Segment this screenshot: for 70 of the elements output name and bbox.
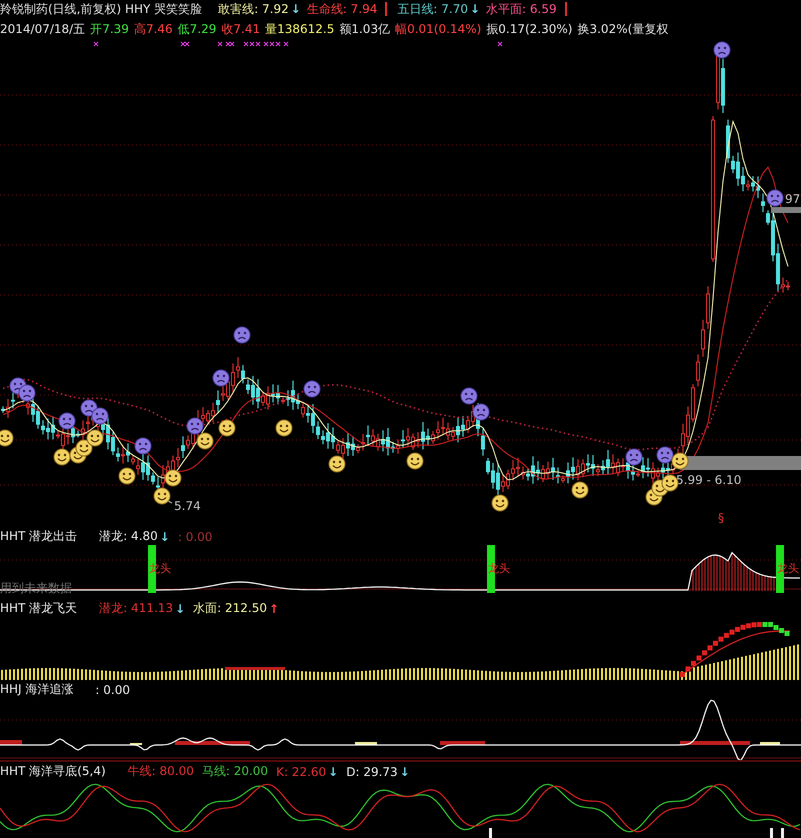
smiley-face-icon <box>406 452 424 470</box>
smiley-face-icon <box>662 474 678 492</box>
smiley-face-icon <box>54 448 70 466</box>
indicator-value: : 0.00 <box>95 682 130 696</box>
quote-value: 量138612.5 <box>265 20 334 38</box>
quote-value: 高7.46 <box>134 20 173 38</box>
frown-face-icon <box>92 408 108 424</box>
trend-arrow: ↑ <box>268 602 280 616</box>
quote-value: 振0.17(2.30%) <box>486 20 572 38</box>
indicator-value: : 0.00 <box>178 530 212 544</box>
indicator-value: 水面: 212.50 <box>193 600 267 617</box>
trend-arrow: ↓ <box>470 2 480 16</box>
quote-value: 收7.41 <box>221 20 260 38</box>
frown-face-icon <box>234 326 250 344</box>
smiley-face-icon <box>328 456 346 472</box>
price-label: 5.99 - 6.10 <box>676 473 742 487</box>
panel-title: HHT 潜龙飞天 <box>0 600 78 617</box>
smiley-face-icon <box>492 494 508 512</box>
indicator-value: 敢害线: 7.92 <box>218 0 289 18</box>
smiley-face-icon <box>0 430 14 446</box>
smiley-face-icon <box>572 482 588 498</box>
frown-face-icon <box>18 384 36 402</box>
trend-arrow: ↓ <box>328 764 338 778</box>
indicator-value: 五日线: 7.70 <box>397 0 468 18</box>
trend-arrow: ↓ <box>400 764 410 778</box>
frown-face-icon <box>766 190 784 206</box>
smiley-face-icon <box>86 430 104 446</box>
frown-face-icon <box>626 448 642 466</box>
frown-face-icon <box>58 412 76 430</box>
quote-value: 换3.02%(量复权 <box>577 20 668 38</box>
trend-arrow: ↓ <box>175 602 186 616</box>
indicator-value: 水平面: 6.59 <box>486 0 557 18</box>
quote-value: 2014/07/18/五 <box>0 20 86 38</box>
quote-value: 低7.29 <box>178 20 216 38</box>
smiley-face-icon <box>154 488 170 504</box>
chart-title: 羚锐制药(日线,前复权) HHY 哭笑笑脸 <box>0 0 202 18</box>
frown-face-icon <box>212 370 230 386</box>
indicator-value: 牛线: 80.00 <box>128 763 194 780</box>
quote-value: 开7.39 <box>90 20 129 38</box>
frown-face-icon <box>460 388 478 404</box>
smiley-face-icon <box>196 432 214 450</box>
baseline-band <box>225 667 285 670</box>
indicator-value: D: 29.73 <box>346 764 398 778</box>
signal-mark: § <box>718 511 724 524</box>
frown-face-icon <box>656 446 674 464</box>
smiley-face-icon <box>276 420 292 436</box>
quote-value: 幅0.01(0.14%) <box>395 20 482 38</box>
trend-arrow: ↓ <box>160 530 170 544</box>
indicator-value: 潜龙: 411.13 <box>99 600 174 617</box>
indicator-value: 马线: 20.00 <box>202 763 268 780</box>
frown-face-icon <box>714 42 730 58</box>
price-label: 97 <box>785 192 800 206</box>
frown-face-icon <box>472 404 490 420</box>
panel-title: HHJ 海洋追涨 <box>0 681 74 698</box>
smiley-face-icon <box>218 420 236 436</box>
smiley-face-icon <box>164 470 182 486</box>
frown-face-icon <box>186 418 204 434</box>
price-label: 5.74 <box>174 499 201 513</box>
indicator-value: 潜龙: 4.80 <box>99 528 158 545</box>
smiley-face-icon <box>118 468 136 484</box>
panel-title: HHT 潜龙出击 <box>0 528 78 545</box>
quote-value: 额1.03亿 <box>339 20 390 38</box>
indicator-value: 生命线: 7.94 <box>306 0 378 18</box>
price-band <box>771 207 801 213</box>
panel-title: HHT 海洋寻底(5,4) <box>0 763 106 780</box>
smiley-face-icon <box>672 452 688 470</box>
indicator-value: K: 22.60 <box>276 764 326 778</box>
frown-face-icon <box>134 438 152 454</box>
frown-face-icon <box>304 380 320 398</box>
trend-arrow: ↓ <box>290 2 301 16</box>
